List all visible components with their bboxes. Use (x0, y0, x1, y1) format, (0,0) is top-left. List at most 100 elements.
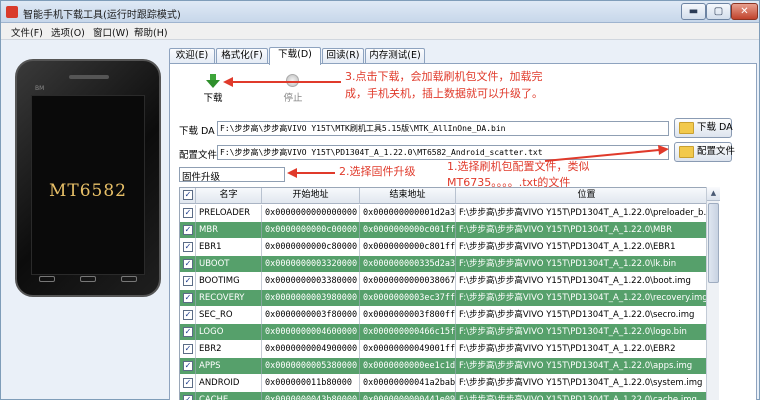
phone-chip-label: MT6582 (48, 181, 127, 201)
row-checkbox[interactable]: ✓ (183, 378, 193, 388)
cell-start: 0x0000000003320000 (262, 256, 360, 273)
close-button[interactable]: ✕ (731, 3, 758, 20)
row-checkbox[interactable]: ✓ (183, 361, 193, 371)
mode-dropdown[interactable]: 固件升级 (179, 167, 285, 183)
stop-label: 停止 (283, 93, 303, 104)
phone-back-key (121, 276, 137, 282)
row-checkbox[interactable]: ✓ (183, 395, 193, 400)
tab-readback[interactable]: 回读(R) (322, 48, 364, 64)
cell-end: 0x0000000000c001ff (360, 222, 456, 239)
cell-end: 0x00000000041a2babb (360, 375, 456, 392)
cell-end: 0x0000000000441e093 (360, 392, 456, 400)
table-scrollbar[interactable]: ▲ (706, 187, 720, 400)
minimize-button[interactable]: ▬ (681, 3, 706, 20)
table-row[interactable]: ✓ APPS 0x0000000005380000 0x0000000000ee1c1… (180, 358, 718, 375)
cell-end: 0x00000000049001ff (360, 341, 456, 358)
row-checkbox-cell: ✓ (180, 341, 196, 358)
cell-name: BOOTIMG (196, 273, 262, 290)
row-checkbox[interactable]: ✓ (183, 259, 193, 269)
row-checkbox[interactable]: ✓ (183, 310, 193, 320)
maximize-button[interactable]: ▢ (706, 3, 731, 20)
row-checkbox[interactable]: ✓ (183, 242, 193, 252)
menu-window[interactable]: 窗口(W) (93, 25, 129, 39)
menu-help[interactable]: 帮助(H) (134, 25, 168, 39)
cell-path: F:\步步高\步步高VIVO Y15T\PD1304T_A_1.22.0\EBR… (456, 239, 718, 256)
row-checkbox[interactable]: ✓ (183, 276, 193, 286)
menu-bar: 文件(F) 选项(O) 窗口(W) 帮助(H) (1, 23, 759, 40)
download-agent-button[interactable]: 下载 DA (674, 118, 733, 138)
table-row[interactable]: ✓ SEC_RO 0x0000000003f80000 0x0000000003f80… (180, 307, 718, 324)
mode-dropdown-value: 固件升级 (182, 172, 221, 183)
cell-path: F:\步步高\步步高VIVO Y15T\PD1304T_A_1.22.0\MBR (456, 222, 718, 239)
cell-name: RECOVERY (196, 290, 262, 307)
cell-start: 0x0000000003f80000 (262, 307, 360, 324)
step1-note-line1: 1.选择刷机包配置文件，类似 (447, 160, 590, 173)
cell-path: F:\步步高\步步高VIVO Y15T\PD1304T_A_1.22.0\log… (456, 324, 718, 341)
phone-brand: BM (35, 85, 45, 92)
cell-start: 0x0000000003980000 (262, 290, 360, 307)
cell-name: SEC_RO (196, 307, 262, 324)
download-agent-path[interactable]: F:\步步高\步步高VIVO Y15T\MTK刷机工具5.15版\MTK_All… (217, 121, 669, 136)
tab-format[interactable]: 格式化(F) (216, 48, 268, 64)
header-checkbox[interactable]: ✓ (183, 190, 193, 200)
tab-welcome[interactable]: 欢迎(E) (169, 48, 215, 64)
table-row[interactable]: ✓ CACHE 0x0000000043b80000 0x0000000000441e… (180, 392, 718, 400)
tab-memory-test[interactable]: 内存测试(E) (365, 48, 425, 64)
row-checkbox-cell: ✓ (180, 239, 196, 256)
cell-name: EBR2 (196, 341, 262, 358)
cell-name: PRELOADER (196, 205, 262, 222)
cell-path: F:\步步高\步步高VIVO Y15T\PD1304T_A_1.22.0\lk.… (456, 256, 718, 273)
menu-file[interactable]: 文件(F) (11, 25, 43, 39)
table-row[interactable]: ✓ LOGO 0x0000000004600000 0x000000000466c15… (180, 324, 718, 341)
folder-icon (679, 146, 694, 158)
cell-start: 0x0000000004900000 (262, 341, 360, 358)
table-row[interactable]: ✓ MBR 0x0000000000c00000 0x0000000000c001ff… (180, 222, 718, 239)
cell-path: F:\步步高\步步高VIVO Y15T\PD1304T_A_1.22.0\rec… (456, 290, 718, 307)
cell-name: EBR1 (196, 239, 262, 256)
cell-start: 0x000000011b80000 (262, 375, 360, 392)
cell-path: F:\步步高\步步高VIVO Y15T\PD1304T_A_1.22.0\app… (456, 358, 718, 375)
cell-end: 0x0000000000c801ff (360, 239, 456, 256)
cell-start: 0x0000000000c00000 (262, 222, 360, 239)
header-start[interactable]: 开始地址 (262, 188, 360, 204)
cell-name: ANDROID (196, 375, 262, 392)
header-checkbox-col[interactable]: ✓ (180, 188, 196, 204)
partition-table: ✓ 名字 开始地址 结束地址 位置 ✓ PRELOADER 0x0000000000… (179, 187, 719, 400)
row-checkbox[interactable]: ✓ (183, 208, 193, 218)
header-location[interactable]: 位置 (456, 188, 718, 204)
table-row[interactable]: ✓ RECOVERY 0x0000000003980000 0x0000000003e… (180, 290, 718, 307)
phone-speaker (69, 75, 109, 79)
cell-name: MBR (196, 222, 262, 239)
header-end[interactable]: 结束地址 (360, 188, 456, 204)
arrow-step2-icon (287, 168, 335, 178)
row-checkbox[interactable]: ✓ (183, 225, 193, 235)
menu-options[interactable]: 选项(O) (51, 25, 85, 39)
row-checkbox[interactable]: ✓ (183, 293, 193, 303)
step3-note-line1: 3.点击下载，会加载刷机包文件，加载完 (345, 70, 543, 83)
scroll-up-icon[interactable]: ▲ (707, 187, 720, 201)
table-row[interactable]: ✓ EBR2 0x0000000004900000 0x00000000049001f… (180, 341, 718, 358)
cell-path: F:\步步高\步步高VIVO Y15T\PD1304T_A_1.22.0\boo… (456, 273, 718, 290)
download-label: 下载 (203, 93, 223, 104)
row-checkbox-cell: ✓ (180, 273, 196, 290)
tab-download[interactable]: 下载(D) (269, 47, 321, 65)
row-checkbox-cell: ✓ (180, 205, 196, 222)
table-row[interactable]: ✓ UBOOT 0x0000000003320000 0x000000000335d2… (180, 256, 718, 273)
table-row[interactable]: ✓ BOOTIMG 0x0000000003380000 0x000000000003… (180, 273, 718, 290)
arrow-step3-icon (223, 77, 341, 87)
phone-menu-key (39, 276, 55, 282)
header-name[interactable]: 名字 (196, 188, 262, 204)
row-checkbox-cell: ✓ (180, 290, 196, 307)
table-row[interactable]: ✓ ANDROID 0x000000011b80000 0x00000000041a2… (180, 375, 718, 392)
row-checkbox[interactable]: ✓ (183, 344, 193, 354)
cell-start: 0x0000000000c80000 (262, 239, 360, 256)
table-row[interactable]: ✓ PRELOADER 0x0000000000000000 0x0000000000… (180, 205, 718, 222)
scroll-thumb[interactable] (708, 203, 719, 283)
cell-start: 0x0000000000000000 (262, 205, 360, 222)
row-checkbox-cell: ✓ (180, 392, 196, 400)
cell-path: F:\步步高\步步高VIVO Y15T\PD1304T_A_1.22.0\EBR… (456, 341, 718, 358)
table-row[interactable]: ✓ EBR1 0x0000000000c80000 0x0000000000c801f… (180, 239, 718, 256)
scatter-button[interactable]: 配置文件 (674, 142, 735, 162)
row-checkbox[interactable]: ✓ (183, 327, 193, 337)
app-icon (6, 6, 18, 18)
